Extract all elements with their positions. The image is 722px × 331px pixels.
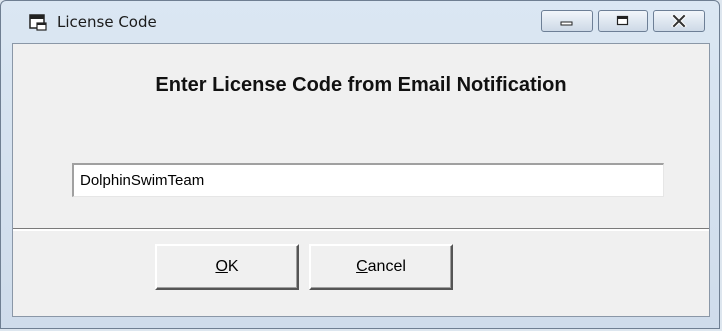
window-title: License Code	[57, 13, 157, 31]
button-separator	[13, 228, 709, 231]
minimize-icon	[560, 21, 573, 26]
license-code-input[interactable]	[72, 163, 664, 197]
close-icon	[671, 15, 687, 27]
minimize-button[interactable]	[541, 10, 593, 32]
ok-button[interactable]: OK	[155, 244, 299, 290]
dialog-body: Enter License Code from Email Notificati…	[12, 43, 710, 317]
cancel-button[interactable]: Cancel	[309, 244, 453, 290]
maximize-icon	[616, 15, 629, 26]
close-button[interactable]	[653, 10, 705, 32]
cancel-mnemonic: C	[356, 258, 368, 275]
license-code-window: License Code Enter License Code from Ema…	[0, 0, 720, 329]
cancel-label-rest: ancel	[367, 258, 406, 275]
ok-label-rest: K	[227, 258, 239, 275]
title-bar[interactable]: License Code	[1, 1, 719, 43]
app-window-icon	[29, 14, 47, 31]
ok-mnemonic: O	[215, 258, 228, 275]
dialog-heading: Enter License Code from Email Notificati…	[155, 74, 567, 96]
maximize-button[interactable]	[598, 10, 648, 32]
